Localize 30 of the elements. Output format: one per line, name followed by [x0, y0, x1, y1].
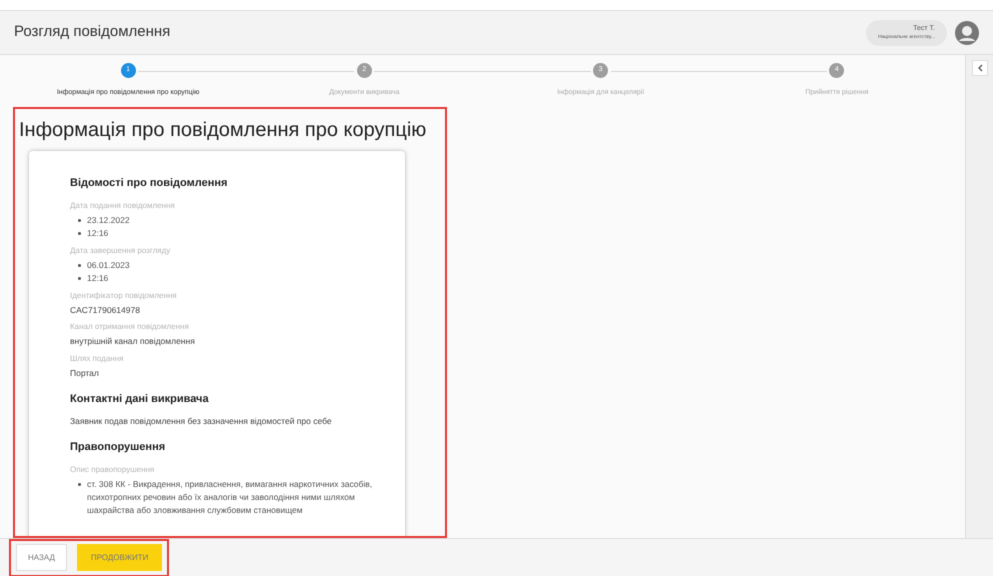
- section-heading: Відомості про повідомлення: [70, 176, 228, 191]
- bullet-icon: [78, 232, 81, 234]
- bullet-icon: [78, 482, 81, 486]
- field-label: Ідентифікатор повідомлення: [70, 290, 178, 302]
- section-heading: Контактні дані викривача: [70, 392, 210, 407]
- bullet-icon: [78, 276, 81, 280]
- field-value: 12:16: [87, 226, 108, 240]
- collapse-button[interactable]: [972, 60, 988, 76]
- continue-button[interactable]: ПРОДОВЖИТИ: [76, 544, 162, 571]
- field-value: CAC71790614978: [70, 304, 141, 316]
- field-value: 23.12.2022: [87, 214, 130, 226]
- avatar-icon[interactable]: [955, 20, 979, 44]
- field-label: Дата завершення розгляду: [70, 244, 172, 256]
- field-value: внутрішній канал повідомлення: [70, 335, 196, 348]
- chevron-left-icon: [976, 64, 982, 72]
- field-label: Канал отримання повідомлення: [70, 321, 190, 334]
- field-value: 06.01.2023: [87, 258, 130, 272]
- field-value: Заявник подав повідомлення без зазначення відомостей про себе: [70, 415, 333, 428]
- field-label: Шлях подання: [70, 353, 124, 365]
- back-button[interactable]: НАЗАД: [16, 544, 67, 571]
- field-label: Дата подання повідомлення: [70, 200, 176, 212]
- section-heading: Правопорушення: [70, 440, 166, 455]
- page-title: Інформація про повідомлення про корупцію: [19, 118, 428, 143]
- bullet-icon: [78, 218, 81, 222]
- field-value: ст. 308 КК - Викрадення, привласнення, вимагання наркотичних засобів, психотропних речовин або їх аналогів чи заволодіння ними шляхом шахрайства або зловживання службовим становищем: [87, 478, 374, 516]
- bullet-icon: [78, 264, 81, 266]
- field-label: Опис правопорушення: [70, 464, 156, 476]
- field-value: Портал: [70, 367, 100, 380]
- page-header-title: Розгляд повідомлення: [14, 22, 172, 42]
- field-value: 12:16: [87, 272, 108, 284]
